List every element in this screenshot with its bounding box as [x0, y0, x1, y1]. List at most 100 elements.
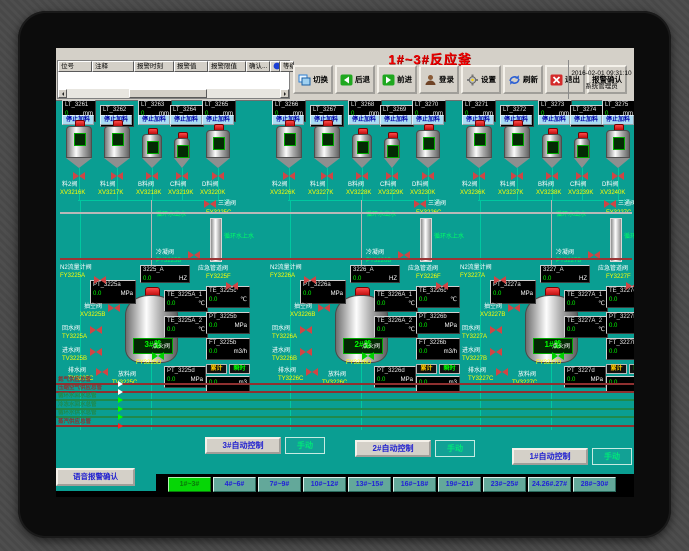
scroll-right-arrow[interactable] [280, 89, 289, 98]
auto-control-button-2#[interactable]: 2#自动控制 [355, 440, 431, 457]
valve[interactable] [626, 282, 634, 290]
feed-valve[interactable] [356, 172, 368, 180]
page-button-6[interactable]: 16#~18# [393, 477, 436, 492]
page-button-4[interactable]: 10#~12# [303, 477, 346, 492]
valve[interactable] [508, 304, 520, 312]
feed-valve[interactable] [612, 172, 624, 180]
page-button-7[interactable]: 19#~21# [438, 477, 481, 492]
totalizer-instant-button[interactable]: 瞬时 [229, 364, 250, 374]
tank-cone [142, 158, 162, 168]
totalizer-accum-button[interactable]: 累计 [606, 364, 627, 374]
feed-valve[interactable] [146, 172, 158, 180]
alarm-column-1[interactable]: 位号 [58, 61, 92, 72]
desktop-background: 位号注释报警时刻报警值报警限值确认...等级 1#~3#反应釜 切换后退前进登录… [0, 0, 689, 551]
feed-valve[interactable] [386, 172, 398, 180]
valve[interactable] [362, 352, 374, 360]
feed-valve[interactable] [473, 172, 485, 180]
feed-stop-button[interactable]: 停止加料 [138, 115, 170, 125]
valve[interactable] [304, 276, 316, 284]
alarm-column-6[interactable]: 确认... [246, 61, 270, 72]
auto-control-button-1#[interactable]: 1#自动控制 [512, 448, 588, 465]
alarm-column-4[interactable]: 报警值 [174, 61, 208, 72]
totalizer-instant-button[interactable]: 瞬时 [629, 364, 634, 374]
toolbar-button-6[interactable]: 刷新 [503, 65, 543, 94]
valve[interactable] [490, 348, 502, 356]
pipe [551, 363, 552, 430]
page-button-8[interactable]: 23#~25# [483, 477, 526, 492]
tank-level-indicator [213, 137, 225, 150]
feed-valve[interactable] [511, 172, 523, 180]
manual-button[interactable]: 手动 [592, 448, 632, 465]
feed-valve[interactable] [546, 172, 558, 180]
toolbar-button-1[interactable]: 切换 [293, 65, 333, 94]
totalizer-accum-button[interactable]: 累计 [416, 364, 437, 374]
toolbar-button-4[interactable]: 登录 [419, 65, 459, 94]
valve[interactable] [90, 326, 102, 334]
auto-control-button-3#[interactable]: 3#自动控制 [205, 437, 281, 454]
valve[interactable] [204, 200, 216, 208]
valve[interactable] [604, 200, 616, 208]
feed-valve[interactable] [576, 172, 588, 180]
valve[interactable] [496, 368, 508, 376]
feed-valve[interactable] [283, 172, 295, 180]
alarm-table-scrollbar[interactable] [58, 89, 289, 98]
valve[interactable] [96, 368, 108, 376]
toolbar-button-2[interactable]: 后退 [335, 65, 375, 94]
toolbar-button-3[interactable]: 前进 [377, 65, 417, 94]
feed-valve[interactable] [73, 172, 85, 180]
valve[interactable] [306, 368, 318, 376]
valve[interactable] [226, 282, 238, 290]
tank-cone [66, 158, 92, 168]
manual-button[interactable]: 手动 [435, 440, 475, 457]
condenser [610, 218, 622, 262]
valve-name: 料1阀 [100, 182, 115, 189]
valve[interactable] [300, 348, 312, 356]
instrument-unit: MPa [331, 291, 343, 298]
instrument-tag: 3227_A [543, 267, 587, 274]
alarm-column-2[interactable]: 注释 [92, 61, 134, 72]
valve-name: 料1阀 [310, 182, 325, 189]
feed-valve[interactable] [321, 172, 333, 180]
page-button-3[interactable]: 7#~9# [258, 477, 301, 492]
valve[interactable] [300, 326, 312, 334]
toolbar-button-5[interactable]: 设置 [461, 65, 501, 94]
scroll-thumb[interactable] [129, 89, 207, 98]
feed-stop-button[interactable]: 停止加料 [170, 115, 202, 125]
valve-tag: XV3218K [136, 190, 161, 197]
feed-valve[interactable] [111, 172, 123, 180]
valve[interactable] [94, 276, 106, 284]
page-button-2[interactable]: 4#~6# [213, 477, 256, 492]
totalizer-instant-button[interactable]: 瞬时 [439, 364, 460, 374]
feed-valve[interactable] [212, 172, 224, 180]
valve[interactable] [90, 348, 102, 356]
totalizer-accum-button[interactable]: 累计 [206, 364, 227, 374]
feed-stop-button[interactable]: 停止加料 [380, 115, 412, 125]
feed-stop-button[interactable]: 停止加料 [538, 115, 570, 125]
valve[interactable] [436, 282, 448, 290]
valve[interactable] [152, 352, 164, 360]
alarm-column-5[interactable]: 报警限值 [208, 61, 246, 72]
valve-tag: XV3226K [270, 190, 295, 197]
alarm-column-3[interactable]: 报警时刻 [134, 61, 174, 72]
page-button-10[interactable]: 28#~30# [573, 477, 616, 492]
feed-valve[interactable] [422, 172, 434, 180]
scroll-left-arrow[interactable] [58, 89, 67, 98]
valve[interactable] [318, 304, 330, 312]
valve[interactable] [552, 352, 564, 360]
valve[interactable] [108, 304, 120, 312]
page-button-1[interactable]: 1#~3# [168, 477, 211, 492]
feed-valve[interactable] [176, 172, 188, 180]
scroll-track[interactable] [67, 89, 280, 98]
feed-stop-button[interactable]: 停止加料 [570, 115, 602, 125]
valve[interactable] [414, 200, 426, 208]
feed-stop-button[interactable]: 停止加料 [348, 115, 380, 125]
voice-alarm-ack-button[interactable]: 语音报警确认 [56, 468, 135, 486]
manifold-flow-arrow [118, 381, 126, 387]
valve[interactable] [494, 276, 506, 284]
page-button-5[interactable]: 13#~15# [348, 477, 391, 492]
page-button-9[interactable]: 24.26#.27# [528, 477, 571, 492]
manual-button[interactable]: 手动 [285, 437, 325, 454]
clock-panel: 2016-02-01 09:31:10 系统管理员 [568, 60, 634, 99]
valve[interactable] [490, 326, 502, 334]
alarm-column-7[interactable]: 等级 [280, 61, 294, 72]
